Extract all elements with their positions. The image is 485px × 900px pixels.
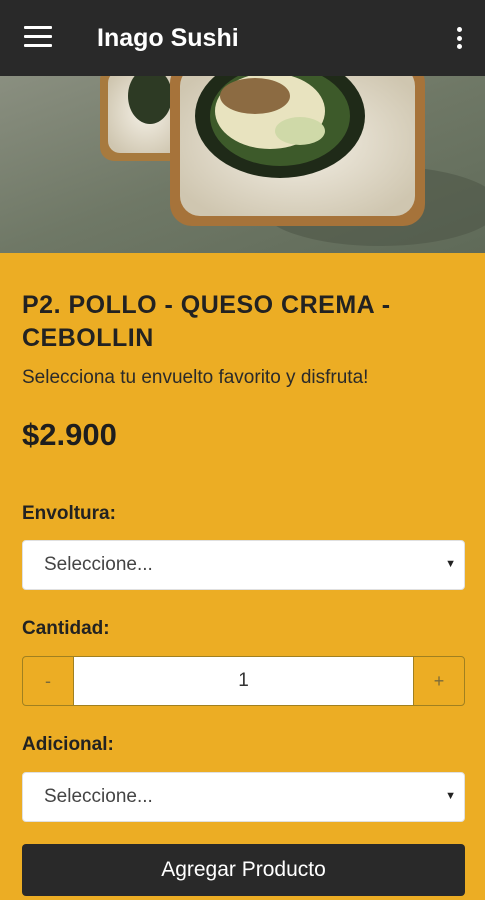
product-title: P2. POLLO - QUESO CREMA - CEBOLLIN: [22, 291, 391, 352]
adicional-select[interactable]: Seleccione... ▼: [22, 772, 465, 822]
envoltura-select-value: Seleccione...: [44, 554, 153, 575]
app-title: Inago Sushi: [97, 24, 239, 52]
caret-down-icon: ▼: [445, 790, 456, 802]
product-description: Selecciona tu envuelto favorito y disfru…: [22, 367, 369, 388]
quantity-input[interactable]: 1: [74, 656, 413, 706]
hamburger-menu-icon[interactable]: [24, 26, 52, 48]
product-image: [0, 76, 485, 253]
envoltura-label: Envoltura:: [22, 503, 116, 524]
caret-down-icon: ▼: [445, 558, 456, 570]
quantity-stepper: - 1 +: [22, 656, 465, 706]
adicional-label: Adicional:: [22, 734, 114, 755]
more-vertical-icon[interactable]: [455, 27, 463, 51]
decrement-button[interactable]: -: [22, 656, 74, 706]
add-product-button[interactable]: Agregar Producto: [22, 844, 465, 896]
increment-button[interactable]: +: [413, 656, 465, 706]
product-price: $2.900: [22, 417, 117, 452]
sushi-photo: [0, 76, 485, 253]
adicional-select-value: Seleccione...: [44, 786, 153, 807]
app-bar: Inago Sushi: [0, 0, 485, 76]
cantidad-label: Cantidad:: [22, 618, 110, 639]
envoltura-select[interactable]: Seleccione... ▼: [22, 540, 465, 590]
